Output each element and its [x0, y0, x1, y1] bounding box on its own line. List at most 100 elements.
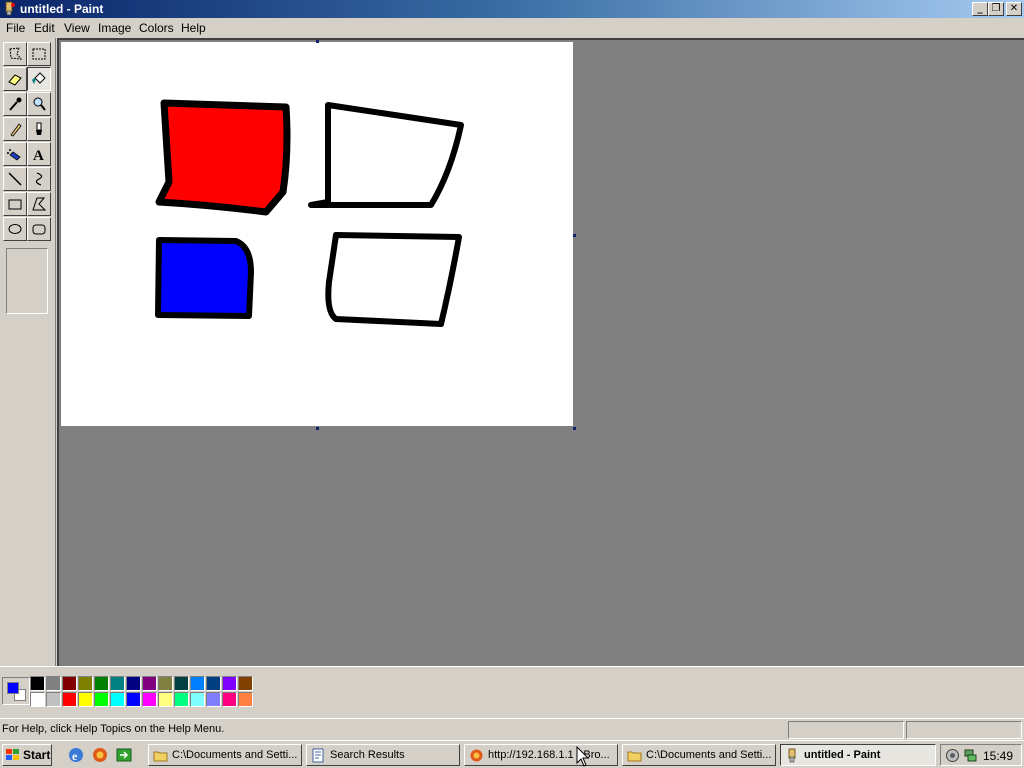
pick-color-icon	[9, 97, 22, 111]
task-browser[interactable]: http://192.168.1.1 - Bro...	[464, 744, 618, 766]
canvas-resize-handle-bottom[interactable]	[316, 427, 319, 430]
system-tray: 15:49	[940, 744, 1022, 766]
status-selection-size	[906, 721, 1022, 739]
tool-line[interactable]	[3, 167, 27, 191]
tool-fill-with-color[interactable]	[27, 67, 51, 91]
drawing-canvas[interactable]	[61, 42, 573, 426]
fill-with-color-icon	[32, 72, 46, 84]
canvas-resize-handle-top[interactable]	[316, 40, 319, 43]
menu-colors[interactable]: Colors	[139, 21, 174, 35]
polygon-icon	[32, 197, 47, 211]
tool-eraser[interactable]	[3, 67, 27, 91]
palette-swatch[interactable]	[78, 676, 93, 691]
paint-app-icon[interactable]	[3, 1, 17, 16]
palette-swatch[interactable]	[206, 676, 221, 691]
show-desktop-icon[interactable]	[115, 746, 133, 764]
eraser-icon	[8, 74, 22, 86]
pencil-icon	[10, 123, 22, 137]
palette-swatch[interactable]	[222, 692, 237, 707]
foreground-color	[7, 682, 19, 694]
palette-swatch[interactable]	[174, 692, 189, 707]
palette-swatch[interactable]	[78, 692, 93, 707]
color-box	[0, 666, 1024, 714]
tool-pencil[interactable]	[3, 117, 27, 141]
palette-swatch[interactable]	[126, 676, 141, 691]
tool-brush[interactable]	[27, 117, 51, 141]
tool-ellipse[interactable]	[3, 217, 27, 241]
canvas-resize-handle-corner[interactable]	[573, 427, 576, 430]
palette-swatch[interactable]	[222, 676, 237, 691]
tool-free-form-select[interactable]	[3, 42, 27, 66]
palette-swatch[interactable]	[238, 692, 253, 707]
task-search-results[interactable]: Search Results	[306, 744, 460, 766]
network-icon[interactable]	[963, 748, 978, 763]
mouse-cursor-icon	[576, 746, 590, 767]
tool-magnifier[interactable]	[27, 92, 51, 116]
palette-swatch[interactable]	[94, 692, 109, 707]
palette-swatch[interactable]	[30, 692, 45, 707]
palette-swatch[interactable]	[238, 676, 253, 691]
palette-swatch[interactable]	[46, 676, 61, 691]
palette-swatch[interactable]	[30, 676, 45, 691]
task-explorer-documents-2[interactable]: C:\Documents and Setti...	[622, 744, 776, 766]
palette-swatch[interactable]	[110, 676, 125, 691]
palette-swatch[interactable]	[94, 676, 109, 691]
palette-swatch[interactable]	[142, 676, 157, 691]
task-paint[interactable]: untitled - Paint	[780, 744, 936, 766]
palette-swatch[interactable]	[62, 676, 77, 691]
task-explorer-documents-1[interactable]: C:\Documents and Setti...	[148, 744, 302, 766]
palette-swatch[interactable]	[142, 692, 157, 707]
start-label: Start	[23, 748, 51, 762]
tool-select[interactable]	[27, 42, 51, 66]
brush-icon	[36, 122, 42, 135]
restore-button[interactable]: ❐	[988, 2, 1004, 16]
rounded-rectangle-icon	[32, 224, 46, 235]
paint-icon	[788, 748, 796, 763]
ie-icon[interactable]: e	[67, 746, 85, 764]
tool-curve[interactable]	[27, 167, 51, 191]
palette-swatch[interactable]	[174, 676, 189, 691]
menu-edit[interactable]: Edit	[34, 21, 55, 35]
tool-airbrush[interactable]	[3, 142, 27, 166]
task-label: C:\Documents and Setti...	[172, 749, 298, 761]
palette-swatch[interactable]	[206, 692, 221, 707]
canvas-resize-handle-right[interactable]	[573, 234, 576, 237]
title-bar[interactable]: untitled - Paint _ ❐ ✕	[0, 0, 1024, 18]
task-label: Search Results	[330, 749, 405, 761]
firefox-icon[interactable]	[91, 746, 109, 764]
tool-box: A	[0, 38, 56, 666]
firefox-icon	[470, 749, 483, 762]
minimize-button[interactable]: _	[972, 2, 988, 16]
tool-options-box[interactable]	[6, 248, 48, 314]
palette-swatch[interactable]	[158, 676, 173, 691]
close-button[interactable]: ✕	[1006, 2, 1022, 16]
start-button[interactable]: Start	[2, 744, 52, 766]
tool-rounded-rectangle[interactable]	[27, 217, 51, 241]
red-filled-shape	[155, 99, 291, 216]
svg-text:e: e	[72, 749, 78, 763]
palette-swatch[interactable]	[190, 692, 205, 707]
line-icon	[8, 172, 22, 186]
blue-filled-shape	[155, 237, 254, 319]
menu-image[interactable]: Image	[98, 21, 131, 35]
menu-view[interactable]: View	[64, 21, 90, 35]
palette-swatch[interactable]	[190, 676, 205, 691]
clock[interactable]: 15:49	[983, 749, 1013, 763]
tool-text[interactable]: A	[27, 142, 51, 166]
volume-icon[interactable]	[945, 748, 960, 763]
status-cursor-position	[788, 721, 904, 739]
menu-file[interactable]: File	[6, 21, 25, 35]
current-colors[interactable]	[2, 677, 30, 705]
palette-swatch[interactable]	[46, 692, 61, 707]
white-outlined-quad-bottom	[325, 232, 462, 327]
palette-swatch[interactable]	[126, 692, 141, 707]
palette-swatch[interactable]	[62, 692, 77, 707]
tool-polygon[interactable]	[27, 192, 51, 216]
palette-swatch[interactable]	[158, 692, 173, 707]
menu-help[interactable]: Help	[181, 21, 206, 35]
palette-swatch[interactable]	[110, 692, 125, 707]
tool-pick-color[interactable]	[3, 92, 27, 116]
rectangle-icon	[8, 199, 22, 210]
task-label: C:\Documents and Setti...	[646, 749, 772, 761]
tool-rectangle[interactable]	[3, 192, 27, 216]
